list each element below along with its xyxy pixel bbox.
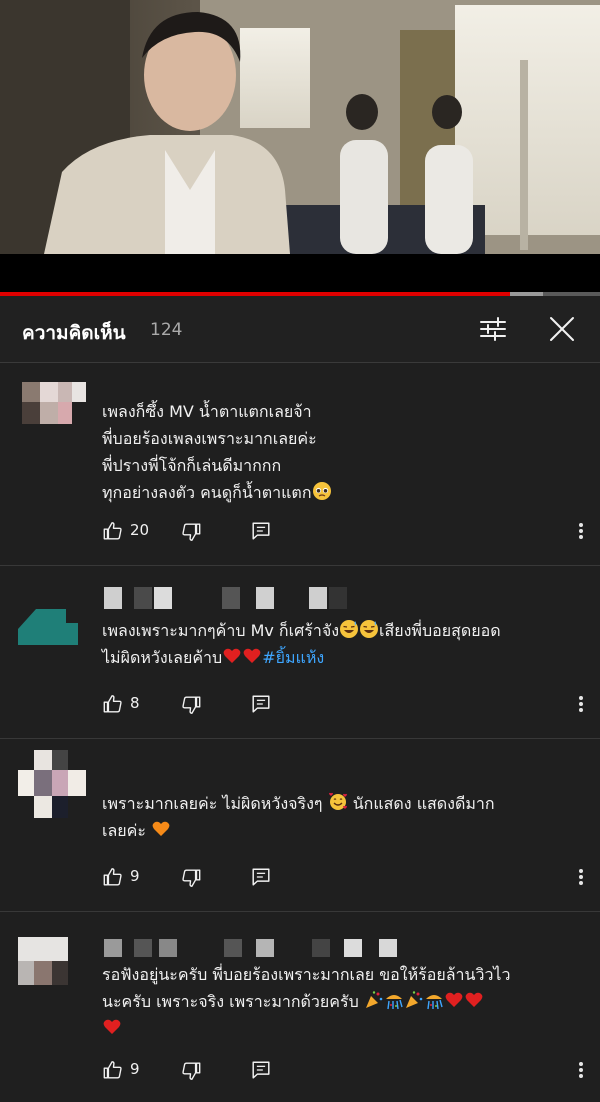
like-button[interactable]: 8 [102, 691, 162, 717]
thumbs-up-icon [103, 868, 122, 886]
comment-actions: 20 [102, 518, 592, 544]
reply-button[interactable] [250, 864, 274, 890]
comment-line: รอฟังอยู่นะครับ พี่บอยร้องเพราะมากเลย ขอ… [102, 965, 511, 984]
comment-line: พี่บอยร้องเพลงเพราะมากเลยค่ะ [102, 429, 317, 448]
comment-actions: 9 [102, 1057, 592, 1083]
comment-line: ทุกอย่างลงตัว คนดูก็น้ำตาแตก [102, 483, 312, 502]
comment-actions: 9 [102, 864, 592, 890]
orange-heart-emoji [152, 821, 170, 836]
comment-item: เพลงเพราะมากๆค้าบ Mv ก็เศร้าจัง เสียงพี่บ… [0, 565, 600, 739]
comments-title: ความคิดเห็น [22, 322, 126, 344]
reply-comment-icon [252, 695, 270, 713]
red-heart-emoji [445, 992, 463, 1007]
confetti-ball-emoji [425, 995, 443, 1010]
reply-comment-icon [252, 868, 270, 886]
grinning-sweat-emoji [340, 620, 358, 638]
comment-line: นักแสดง แสดงดีมาก [352, 794, 495, 813]
comment-line: ไม่ผิดหวังเลยค้าบ [102, 648, 223, 667]
thumbs-down-icon [182, 696, 201, 714]
comment-line: เลยค่ะ [102, 821, 146, 840]
dislike-button[interactable] [180, 691, 204, 717]
comment-text: รอฟังอยู่นะครับ พี่บอยร้องเพราะมากเลย ขอ… [102, 961, 586, 1042]
pleading-face-emoji [312, 482, 331, 500]
avatar[interactable] [18, 750, 86, 818]
reply-button[interactable] [250, 691, 274, 717]
like-count: 9 [130, 1060, 140, 1078]
more-vertical-icon[interactable] [578, 866, 584, 888]
dislike-button[interactable] [180, 864, 204, 890]
red-heart-emoji [103, 1019, 121, 1034]
thumbs-down-icon [182, 869, 201, 887]
red-heart-emoji [243, 648, 261, 663]
comment-line: เพลงก็ซึ้ง MV น้ำตาแตกเลยจ้า [102, 402, 312, 421]
reply-comment-icon [252, 522, 270, 540]
author-name[interactable] [104, 939, 404, 957]
comment-item: เพลงก็ซึ้ง MV น้ำตาแตกเลยจ้า พี่บอยร้องเ… [0, 362, 600, 566]
comment-item: เพราะมากเลยค่ะ ไม่ผิดหวังจริงๆ นักแสดง แ… [0, 738, 600, 912]
dislike-button[interactable] [180, 1057, 204, 1083]
video-frame [0, 0, 600, 254]
author-name[interactable] [104, 587, 354, 609]
like-button[interactable]: 9 [102, 1057, 162, 1083]
reply-button[interactable] [250, 1057, 274, 1083]
comment-line: นะครับ เพราะจริง เพราะมากด้วยครับ [102, 992, 359, 1011]
grinning-sweat-emoji [360, 620, 378, 638]
comments-header: ความคิดเห็น 124 [0, 296, 600, 363]
reply-button[interactable] [250, 518, 274, 544]
more-vertical-icon[interactable] [578, 693, 584, 715]
close-icon[interactable] [547, 314, 577, 344]
party-popper-emoji [365, 991, 383, 1008]
like-count: 20 [130, 521, 150, 539]
comment-item: รอฟังอยู่นะครับ พี่บอยร้องเพราะมากเลย ขอ… [0, 911, 600, 1102]
comment-line: เพราะมากเลยค่ะ ไม่ผิดหวังจริงๆ [102, 794, 323, 813]
comment-text: เพลงเพราะมากๆค้าบ Mv ก็เศร้าจัง เสียงพี่บ… [102, 617, 586, 671]
smiling-face-with-hearts-emoji [328, 792, 347, 810]
comment-text: เพราะมากเลยค่ะ ไม่ผิดหวังจริงๆ นักแสดง แ… [102, 790, 586, 844]
thumbs-up-icon [103, 1061, 122, 1079]
comment-text: เพลงก็ซึ้ง MV น้ำตาแตกเลยจ้า พี่บอยร้องเ… [102, 398, 586, 506]
thumbs-down-icon [182, 1062, 201, 1080]
red-heart-emoji [223, 648, 241, 663]
hashtag-link[interactable]: #ยิ้มแห้ง [262, 648, 324, 667]
comment-actions: 8 [102, 691, 592, 717]
thumbs-up-icon [103, 695, 122, 713]
video-letterbox [0, 254, 600, 292]
like-count: 9 [130, 867, 140, 885]
like-button[interactable]: 9 [102, 864, 162, 890]
sort-sliders-icon[interactable] [478, 314, 508, 344]
reply-comment-icon [252, 1061, 270, 1079]
more-vertical-icon[interactable] [578, 1059, 584, 1081]
video-player[interactable] [0, 0, 600, 254]
avatar[interactable] [18, 937, 86, 1005]
like-count: 8 [130, 694, 140, 712]
red-heart-emoji [465, 992, 483, 1007]
comments-count: 124 [150, 320, 183, 340]
comment-line: เพลงเพราะมากๆค้าบ Mv ก็เศร้าจัง [102, 621, 339, 640]
party-popper-emoji [405, 991, 423, 1008]
more-vertical-icon[interactable] [578, 520, 584, 542]
thumbs-up-icon [103, 522, 122, 540]
comment-line: เสียงพี่บอยสุดยอด [379, 621, 501, 640]
confetti-ball-emoji [385, 995, 403, 1010]
like-button[interactable]: 20 [102, 518, 162, 544]
comment-line: พี่ปรางพี่โจ้กก็เล่นดีมากกก [102, 456, 282, 475]
dislike-button[interactable] [180, 518, 204, 544]
avatar[interactable] [18, 585, 86, 653]
avatar[interactable] [18, 368, 86, 436]
thumbs-down-icon [182, 523, 201, 541]
